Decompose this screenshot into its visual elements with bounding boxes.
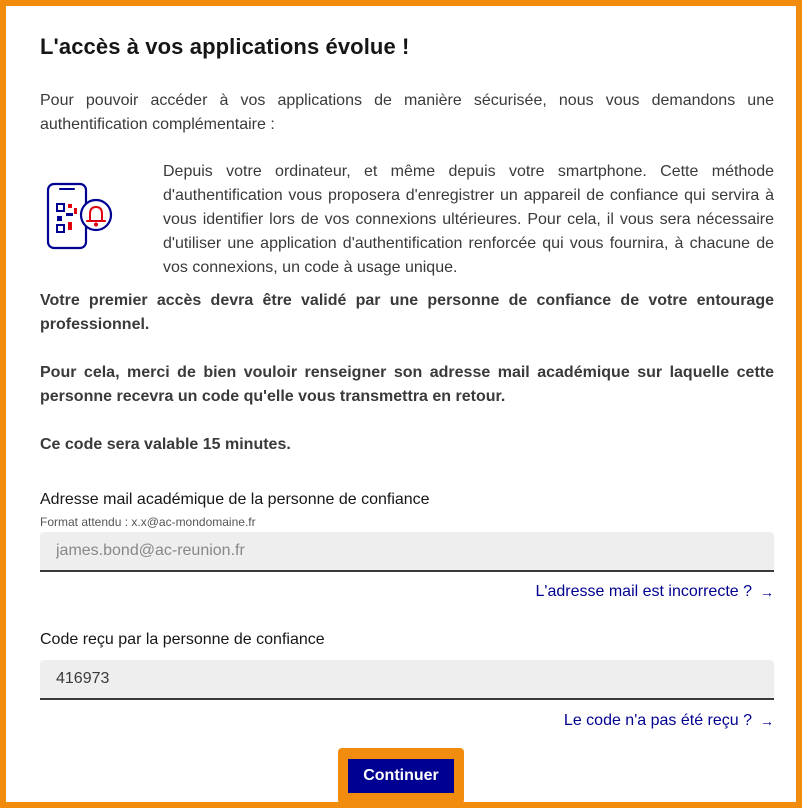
email-field-label: Adresse mail académique de la personne d… <box>40 491 430 508</box>
validity-paragraph: Ce code sera valable 15 minutes. <box>40 436 291 453</box>
email-incorrect-link[interactable]: L'adresse mail est incorrecte ? → <box>536 583 774 601</box>
method-description: Depuis votre ordinateur, et même depuis … <box>163 163 774 276</box>
arrow-right-icon: → <box>760 713 774 729</box>
email-input[interactable] <box>40 532 774 572</box>
continue-button-focus-ring: Continuer <box>338 748 464 804</box>
email-request-paragraph: Pour cela, merci de bien vouloir renseig… <box>40 364 774 405</box>
page-title: L'accès à vos applications évolue ! <box>40 34 410 59</box>
code-not-received-link[interactable]: Le code n'a pas été reçu ? → <box>564 712 774 730</box>
continue-button[interactable]: Continuer <box>348 759 454 793</box>
phone-qr-bell-icon <box>40 172 132 262</box>
intro-paragraph: Pour pouvoir accéder à vos applications … <box>40 92 774 133</box>
email-incorrect-link-label: L'adresse mail est incorrecte ? <box>535 583 752 600</box>
arrow-right-icon: → <box>760 584 774 600</box>
code-input[interactable] <box>40 660 774 700</box>
page-frame: L'accès à vos applications évolue ! Pour… <box>0 0 802 808</box>
code-not-received-link-label: Le code n'a pas été reçu ? <box>563 712 752 729</box>
validation-paragraph: Votre premier accès devra être validé pa… <box>40 292 774 333</box>
code-field-label: Code reçu par la personne de confiance <box>40 631 325 648</box>
email-field-hint: Format attendu : x.x@ac-mondomaine.fr <box>40 515 256 529</box>
